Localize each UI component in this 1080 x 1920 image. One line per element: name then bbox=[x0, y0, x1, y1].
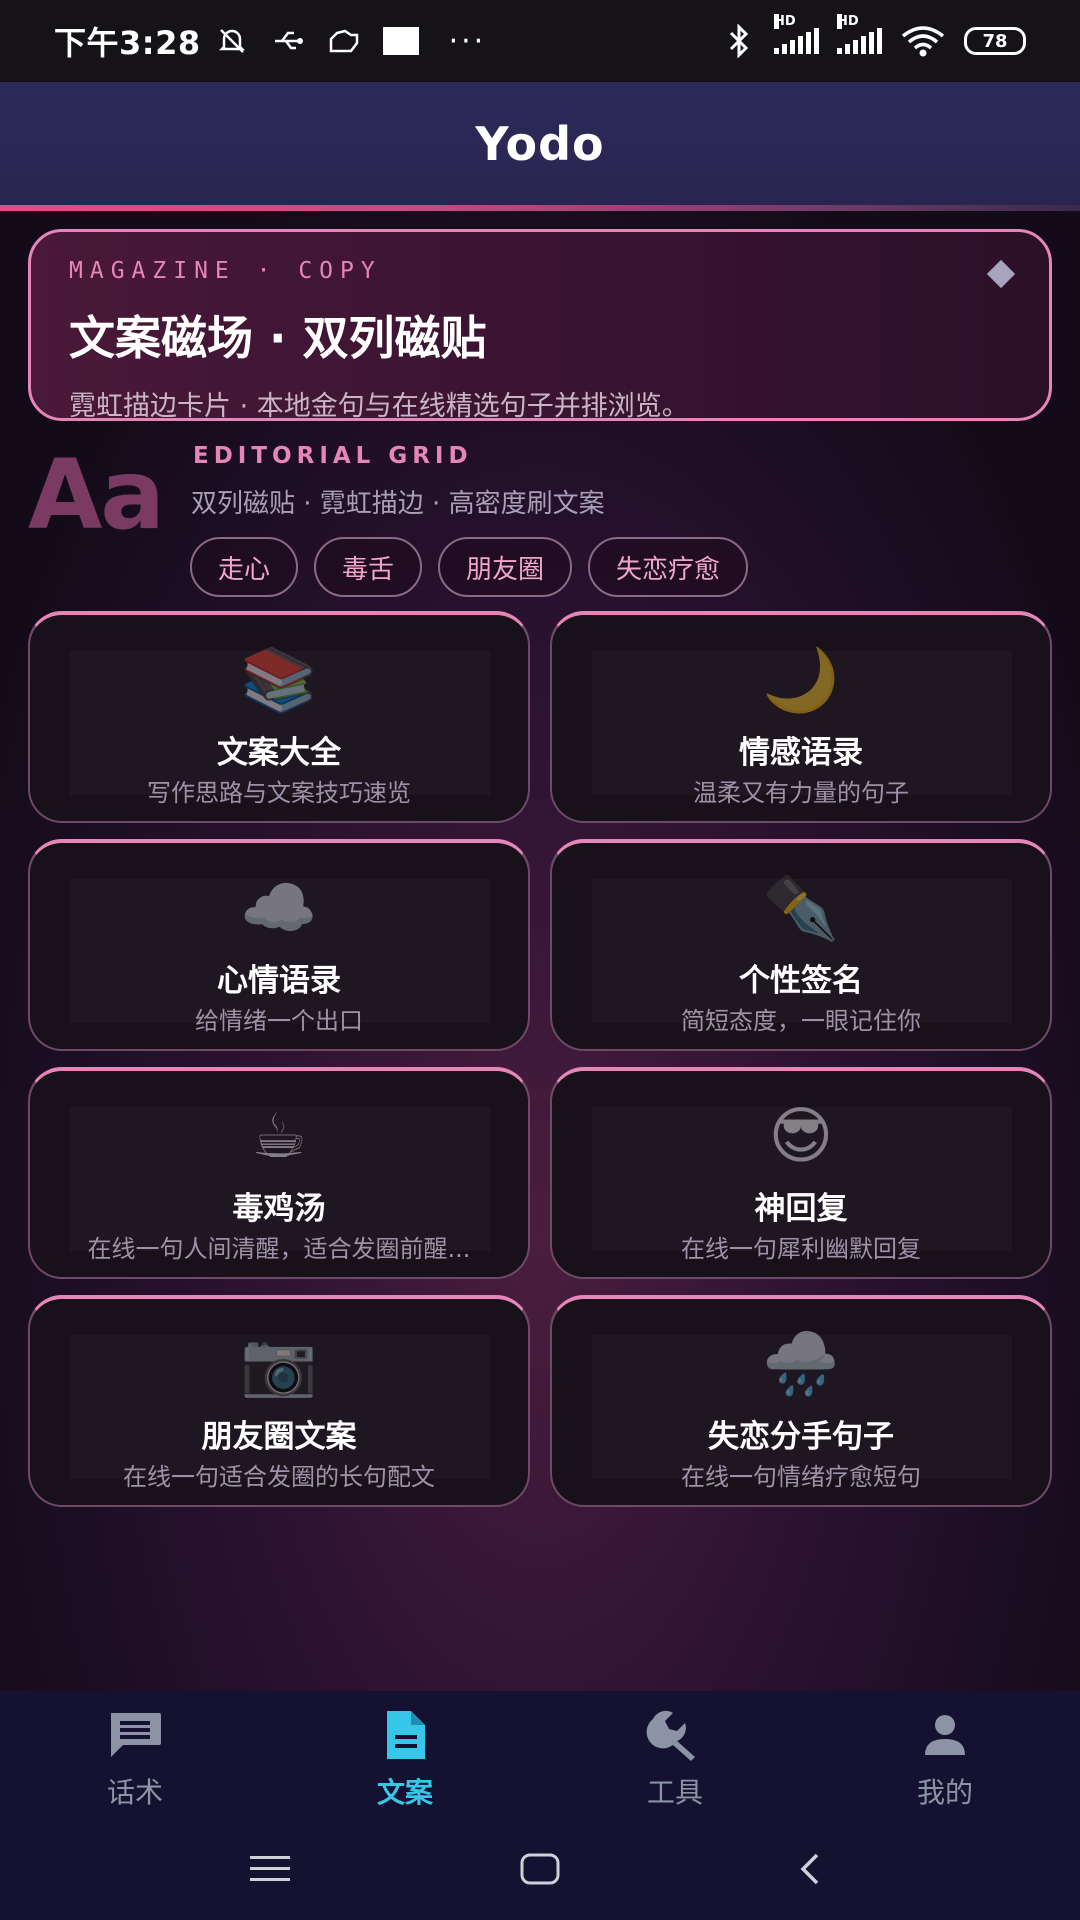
tag-chips: 走心 毒舌 朋友圈 失恋疗愈 bbox=[190, 537, 749, 597]
card-subtitle: 给情绪一个出口 bbox=[195, 1007, 363, 1035]
person-icon bbox=[919, 1709, 971, 1765]
glove-icon bbox=[327, 24, 361, 58]
card-title: 个性签名 bbox=[739, 963, 863, 999]
editorial-section: Aa EDITORIAL GRID 双列磁贴 · 霓虹描边 · 高密度刷文案 走… bbox=[28, 439, 1052, 597]
sunglasses-face-icon: 😎 bbox=[768, 1099, 834, 1172]
hot-beverage-icon: ☕ bbox=[251, 1099, 307, 1172]
menu-button[interactable] bbox=[135, 1854, 405, 1888]
rain-cloud-icon: 🌧️ bbox=[762, 1327, 840, 1400]
bluetooth-icon bbox=[722, 24, 756, 58]
home-square-icon bbox=[520, 1853, 560, 1889]
card-title: 失恋分手句子 bbox=[708, 1419, 894, 1455]
card-moments-copy[interactable]: 📷 朋友圈文案 在线一句适合发圈的长句配文 bbox=[28, 1295, 530, 1507]
card-toxic-soup[interactable]: ☕ 毒鸡汤 在线一句人间清醒，适合发圈前醒... bbox=[28, 1067, 530, 1279]
card-title: 毒鸡汤 bbox=[232, 1191, 326, 1227]
card-subtitle: 在线一句人间清醒，适合发圈前醒... bbox=[87, 1235, 471, 1263]
signal-hd-icon-2: HD bbox=[837, 14, 882, 54]
card-title: 朋友圈文案 bbox=[201, 1419, 357, 1455]
chat-icon bbox=[105, 1709, 165, 1765]
tag-chip-heartbreak-healing[interactable]: 失恋疗愈 bbox=[588, 537, 749, 597]
card-subtitle: 在线一句适合发圈的长句配文 bbox=[123, 1463, 435, 1491]
card-subtitle: 在线一句情绪疗愈短句 bbox=[681, 1463, 921, 1491]
card-witty-replies[interactable]: 😎 神回复 在线一句犀利幽默回复 bbox=[550, 1067, 1052, 1279]
home-button[interactable] bbox=[405, 1853, 675, 1889]
app-header: Yodo bbox=[0, 82, 1080, 206]
editorial-description: 双列磁贴 · 霓虹描边 · 高密度刷文案 bbox=[191, 489, 605, 519]
card-subtitle: 简短态度，一眼记住你 bbox=[681, 1007, 921, 1035]
hero-subtitle: 霓虹描边卡片 · 本地金句与在线精选句子并排浏览。 bbox=[69, 391, 689, 422]
card-emotional-quotes[interactable]: 🌙 情感语录 温柔又有力量的句子 bbox=[550, 611, 1052, 823]
app-title: Yodo bbox=[475, 117, 605, 171]
status-bar: 下午3:28 ··· HD HD 78 bbox=[0, 0, 1080, 82]
hero-card[interactable]: MAGAZINE · COPY 文案磁场 · 双列磁贴 霓虹描边卡片 · 本地金… bbox=[28, 229, 1052, 422]
nav-tab-tools[interactable]: 工具 bbox=[540, 1691, 810, 1821]
back-chevron-icon bbox=[795, 1852, 825, 1890]
nav-tab-scripts[interactable]: 话术 bbox=[0, 1691, 270, 1821]
card-personal-signature[interactable]: ✒️ 个性签名 简短态度，一眼记住你 bbox=[550, 839, 1052, 1051]
card-title: 情感语录 bbox=[739, 735, 863, 771]
system-navigation-bar bbox=[0, 1821, 1080, 1920]
camera-icon: 📷 bbox=[240, 1327, 318, 1400]
cloud-icon: ☁️ bbox=[240, 871, 318, 944]
nav-label: 我的 bbox=[916, 1776, 973, 1809]
tag-chip-heartfelt[interactable]: 走心 bbox=[190, 537, 299, 597]
card-title: 神回复 bbox=[754, 1191, 848, 1227]
card-copywriting-collection[interactable]: 📚 文案大全 写作思路与文案技巧速览 bbox=[28, 611, 530, 823]
books-icon: 📚 bbox=[240, 643, 318, 716]
card-subtitle: 在线一句犀利幽默回复 bbox=[681, 1235, 921, 1263]
nav-label: 工具 bbox=[646, 1776, 703, 1809]
tag-chip-moments[interactable]: 朋友圈 bbox=[438, 537, 573, 597]
nav-label: 文案 bbox=[376, 1776, 433, 1809]
hero-headline: 文案磁场 · 双列磁贴 bbox=[69, 311, 487, 365]
bottom-navigation: 话术 文案 工具 我的 bbox=[0, 1691, 1080, 1821]
back-button[interactable] bbox=[675, 1852, 945, 1890]
usb-icon bbox=[271, 24, 305, 58]
battery-indicator: 78 bbox=[964, 27, 1026, 55]
signal-hd-icon-1: HD bbox=[774, 14, 819, 54]
nav-tab-profile[interactable]: 我的 bbox=[810, 1691, 1080, 1821]
document-icon bbox=[379, 1709, 431, 1765]
editorial-kicker: EDITORIAL GRID bbox=[193, 443, 473, 469]
hero-kicker: MAGAZINE · COPY bbox=[69, 258, 382, 284]
tag-chip-sarcastic[interactable]: 毒舌 bbox=[314, 537, 423, 597]
nav-tab-copywriting[interactable]: 文案 bbox=[270, 1691, 540, 1821]
card-title: 心情语录 bbox=[217, 963, 341, 999]
more-dots: ··· bbox=[448, 23, 487, 59]
card-subtitle: 温柔又有力量的句子 bbox=[693, 779, 909, 807]
card-mood-quotes[interactable]: ☁️ 心情语录 给情绪一个出口 bbox=[28, 839, 530, 1051]
notification-square-icon bbox=[382, 27, 419, 55]
card-title: 文案大全 bbox=[217, 735, 341, 771]
wrench-icon bbox=[645, 1709, 705, 1765]
card-breakup-sentences[interactable]: 🌧️ 失恋分手句子 在线一句情绪疗愈短句 bbox=[550, 1295, 1052, 1507]
fountain-pen-icon: ✒️ bbox=[762, 871, 840, 944]
wifi-icon bbox=[900, 24, 946, 58]
main-content: MAGAZINE · COPY 文案磁场 · 双列磁贴 霓虹描边卡片 · 本地金… bbox=[0, 211, 1080, 1691]
crescent-moon-icon: 🌙 bbox=[762, 643, 840, 716]
card-subtitle: 写作思路与文案技巧速览 bbox=[147, 779, 411, 807]
nav-label: 话术 bbox=[106, 1776, 163, 1809]
bell-muted-icon bbox=[215, 24, 249, 58]
aa-typography-icon: Aa bbox=[28, 439, 165, 551]
status-time: 下午3:28 bbox=[54, 24, 201, 62]
hamburger-icon bbox=[250, 1854, 290, 1888]
battery-level: 78 bbox=[982, 30, 1008, 52]
